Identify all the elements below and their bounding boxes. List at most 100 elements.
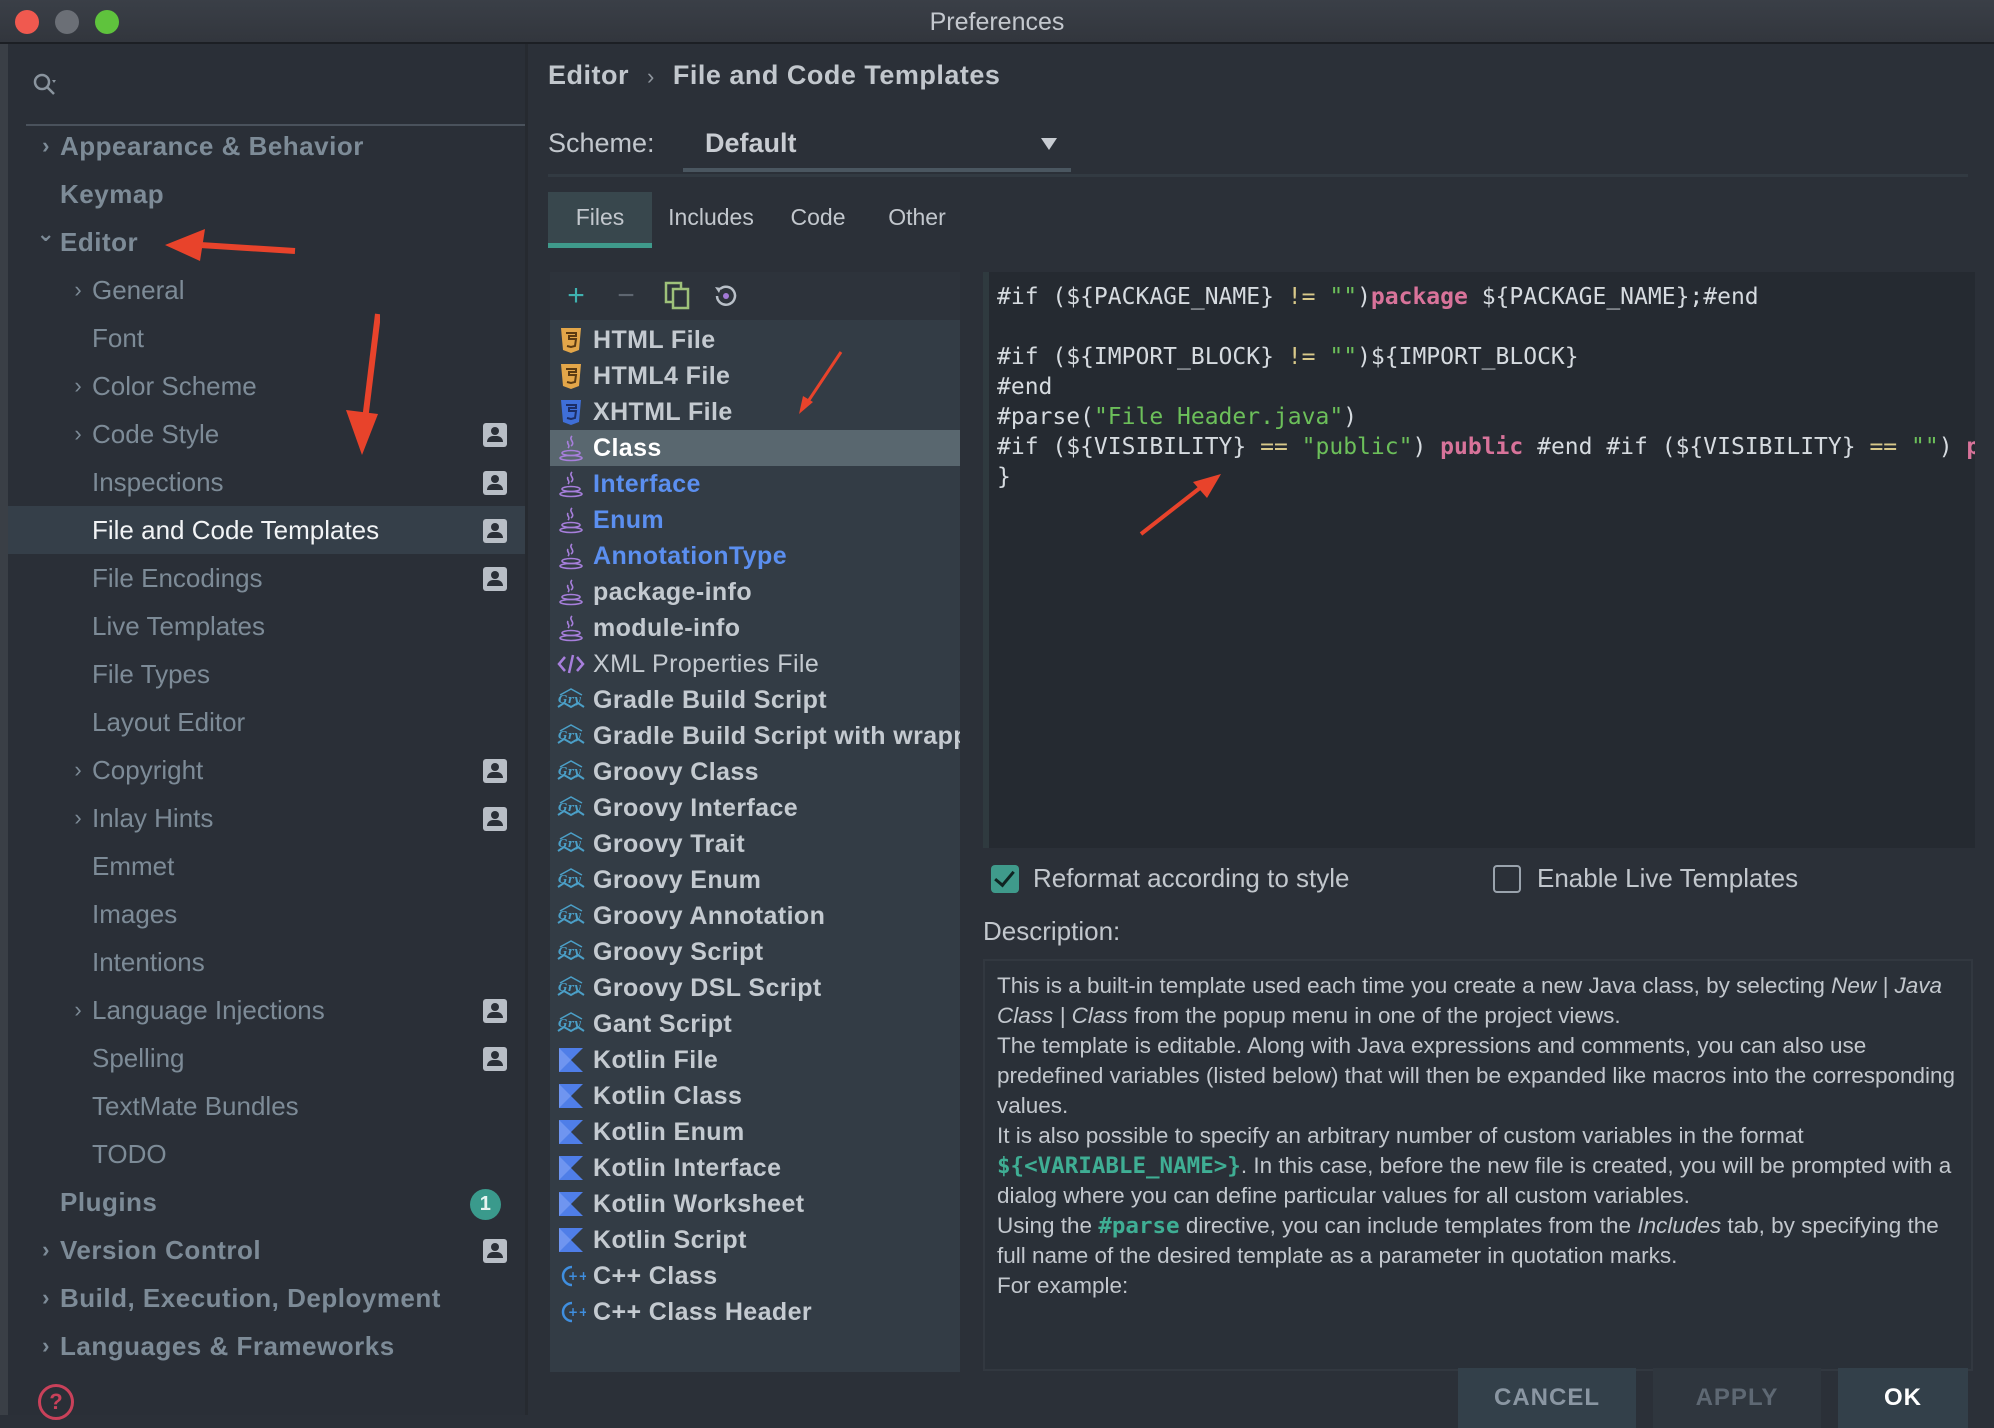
template-list-item[interactable]: Class bbox=[550, 430, 960, 466]
code-token: ) bbox=[1343, 404, 1358, 430]
template-list-item[interactable]: Gry Groovy Trait bbox=[550, 826, 960, 862]
template-list-item[interactable]: Gry Gant Script bbox=[550, 1006, 960, 1042]
settings-tree: › Appearance & Behavior Keymap ⌄ Editor › Gene… bbox=[8, 122, 525, 1370]
cancel-button[interactable]: CANCEL bbox=[1458, 1368, 1636, 1428]
sidebar-item-editor[interactable]: ⌄ Editor bbox=[8, 218, 525, 266]
live-templates-label[interactable]: Enable Live Templates bbox=[1537, 863, 1798, 894]
template-list-item[interactable]: HTML4 File bbox=[550, 358, 960, 394]
template-list-item[interactable]: Gry Groovy Class bbox=[550, 754, 960, 790]
chevron-right-icon[interactable]: › bbox=[68, 794, 88, 842]
java-icon bbox=[556, 433, 586, 463]
sidebar-item-spelling[interactable]: Spelling bbox=[8, 1034, 525, 1082]
template-list-item[interactable]: Kotlin Enum bbox=[550, 1114, 960, 1150]
template-list-item[interactable]: Kotlin Worksheet bbox=[550, 1186, 960, 1222]
sidebar-item-general[interactable]: › General bbox=[8, 266, 525, 314]
template-list-item[interactable]: Kotlin Script bbox=[550, 1222, 960, 1258]
chevron-right-icon[interactable]: › bbox=[36, 1322, 56, 1370]
settings-search[interactable] bbox=[22, 64, 526, 126]
scheme-dropdown[interactable]: Default bbox=[683, 122, 1071, 172]
sidebar-item-appearance-behavior[interactable]: › Appearance & Behavior bbox=[8, 122, 525, 170]
project-scope-icon bbox=[483, 471, 507, 495]
sidebar-item-label: TODO bbox=[92, 1139, 167, 1169]
sidebar-item-images[interactable]: Images bbox=[8, 890, 525, 938]
template-list-item[interactable]: Gry Groovy Interface bbox=[550, 790, 960, 826]
sidebar-item-languages-frameworks[interactable]: › Languages & Frameworks bbox=[8, 1322, 525, 1370]
remove-template-button[interactable]: − bbox=[608, 278, 644, 314]
sidebar-item-code-style[interactable]: › Code Style bbox=[8, 410, 525, 458]
template-code-editor[interactable]: #if (${PACKAGE_NAME} != "")package ${PAC… bbox=[983, 272, 1975, 848]
chevron-right-icon[interactable]: › bbox=[68, 266, 88, 314]
template-list-item[interactable]: Enum bbox=[550, 502, 960, 538]
chevron-right-icon[interactable]: › bbox=[68, 362, 88, 410]
sidebar-item-copyright[interactable]: › Copyright bbox=[8, 746, 525, 794]
live-templates-checkbox[interactable] bbox=[1493, 865, 1521, 893]
reformat-label[interactable]: Reformat according to style bbox=[1033, 863, 1349, 894]
tab-includes[interactable]: Includes bbox=[652, 192, 770, 248]
sidebar-item-version-control[interactable]: › Version Control bbox=[8, 1226, 525, 1274]
template-list-item[interactable]: Gry Gradle Build Script with wrapper bbox=[550, 718, 960, 754]
template-list-item[interactable]: Interface bbox=[550, 466, 960, 502]
sidebar-item-todo[interactable]: TODO bbox=[8, 1130, 525, 1178]
sidebar-item-textmate-bundles[interactable]: TextMate Bundles bbox=[8, 1082, 525, 1130]
template-list-item[interactable]: module-info bbox=[550, 610, 960, 646]
add-template-button[interactable]: + bbox=[558, 278, 594, 314]
sidebar-item-inspections[interactable]: Inspections bbox=[8, 458, 525, 506]
sidebar-item-file-encodings[interactable]: File Encodings bbox=[8, 554, 525, 602]
template-list-item[interactable]: XHTML File bbox=[550, 394, 960, 430]
sidebar-item-file-types[interactable]: File Types bbox=[8, 650, 525, 698]
chevron-right-icon[interactable]: › bbox=[36, 1226, 56, 1274]
sidebar-item-plugins[interactable]: Plugins 1 bbox=[8, 1178, 525, 1226]
tab-files[interactable]: Files bbox=[548, 192, 652, 248]
tab-other[interactable]: Other bbox=[866, 192, 968, 248]
list-toolbar: + − bbox=[550, 272, 960, 320]
sidebar-item-label: File and Code Templates bbox=[92, 515, 380, 545]
description-text-span: directive, you can include templates fro… bbox=[1179, 1213, 1638, 1238]
apply-button[interactable]: APPLY bbox=[1653, 1368, 1821, 1428]
template-list-item[interactable]: Kotlin Interface bbox=[550, 1150, 960, 1186]
chevron-right-icon[interactable]: › bbox=[68, 986, 88, 1034]
sidebar-item-intentions[interactable]: Intentions bbox=[8, 938, 525, 986]
template-list-item[interactable]: ++ C++ Class Header bbox=[550, 1294, 960, 1330]
template-list-item[interactable]: package-info bbox=[550, 574, 960, 610]
template-list-item[interactable]: ++ C++ Class bbox=[550, 1258, 960, 1294]
groovy-icon: Gry bbox=[556, 1009, 586, 1039]
chevron-right-icon[interactable]: › bbox=[68, 746, 88, 794]
scheme-label: Scheme: bbox=[548, 128, 655, 158]
chevron-right-icon[interactable]: › bbox=[36, 122, 56, 170]
template-name: Kotlin Interface bbox=[593, 1154, 782, 1182]
template-code[interactable]: #if (${PACKAGE_NAME} != "")package ${PAC… bbox=[997, 282, 1975, 492]
template-name: C++ Class bbox=[593, 1262, 718, 1290]
code-token: public bbox=[1440, 434, 1524, 460]
tab-code[interactable]: Code bbox=[770, 192, 866, 248]
template-list-item[interactable]: Kotlin Class bbox=[550, 1078, 960, 1114]
sidebar-item-language-injections[interactable]: › Language Injections bbox=[8, 986, 525, 1034]
chevron-right-icon[interactable]: › bbox=[68, 410, 88, 458]
template-list-item[interactable]: Gry Groovy DSL Script bbox=[550, 970, 960, 1006]
sidebar-item-color-scheme[interactable]: › Color Scheme bbox=[8, 362, 525, 410]
template-list-item[interactable]: Gry Groovy Script bbox=[550, 934, 960, 970]
template-list-item[interactable]: XML Properties File bbox=[550, 646, 960, 682]
chevron-right-icon[interactable]: › bbox=[36, 1274, 56, 1322]
sidebar-item-font[interactable]: Font bbox=[8, 314, 525, 362]
template-list-item[interactable]: Gry Gradle Build Script bbox=[550, 682, 960, 718]
sidebar-item-live-templates[interactable]: Live Templates bbox=[8, 602, 525, 650]
code-line: #parse("File Header.java") bbox=[997, 402, 1975, 432]
sidebar-item-build-execution-deployment[interactable]: › Build, Execution, Deployment bbox=[8, 1274, 525, 1322]
sidebar-item-inlay-hints[interactable]: › Inlay Hints bbox=[8, 794, 525, 842]
copy-template-button[interactable] bbox=[660, 278, 696, 314]
breadcrumb-parent[interactable]: Editor bbox=[548, 60, 629, 90]
template-list-item[interactable]: Kotlin File bbox=[550, 1042, 960, 1078]
template-list-item[interactable]: HTML File bbox=[550, 322, 960, 358]
chevron-down-icon[interactable]: ⌄ bbox=[36, 210, 56, 258]
template-list-item[interactable]: Gry Groovy Enum bbox=[550, 862, 960, 898]
java-icon bbox=[556, 577, 586, 607]
reformat-checkbox[interactable] bbox=[991, 865, 1019, 893]
reset-template-button[interactable] bbox=[708, 278, 744, 314]
template-list-item[interactable]: AnnotationType bbox=[550, 538, 960, 574]
sidebar-item-keymap[interactable]: Keymap bbox=[8, 170, 525, 218]
sidebar-item-file-and-code-templates[interactable]: File and Code Templates bbox=[8, 506, 525, 554]
sidebar-item-emmet[interactable]: Emmet bbox=[8, 842, 525, 890]
sidebar-item-layout-editor[interactable]: Layout Editor bbox=[8, 698, 525, 746]
ok-button[interactable]: OK bbox=[1838, 1368, 1968, 1428]
template-list-item[interactable]: Gry Groovy Annotation bbox=[550, 898, 960, 934]
